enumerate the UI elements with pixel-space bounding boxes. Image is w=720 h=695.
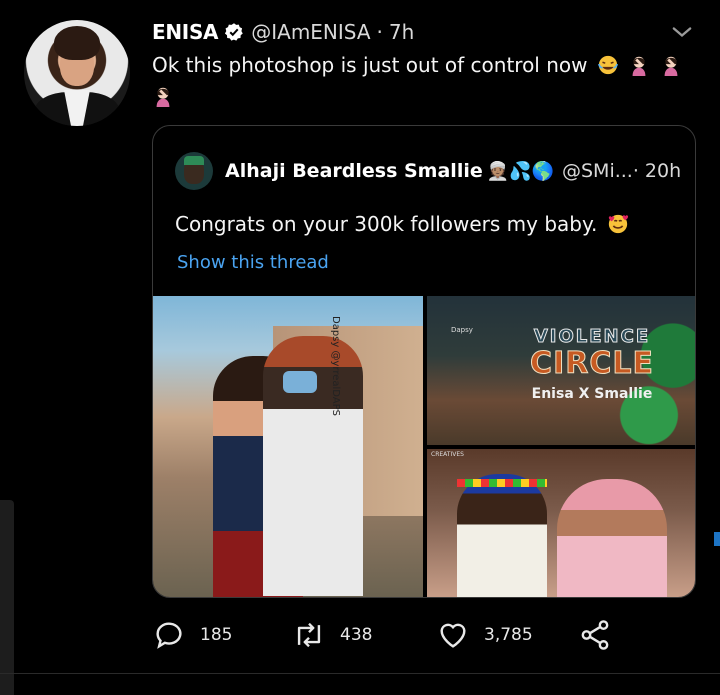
img1-watermark: Dapsy @yrrealDAPS [330, 316, 341, 417]
scrollbar-left[interactable] [0, 500, 14, 695]
quoted-text: Congrats on your 300k followers my baby. [175, 212, 598, 236]
share-icon [581, 620, 609, 650]
quoted-author-emojis: 👳🏽💦🌎 [486, 160, 554, 182]
media-image-couple[interactable]: Dapsy @yrrealDAPS [153, 296, 423, 597]
chevron-down-icon[interactable] [668, 18, 696, 46]
reply-icon [156, 622, 182, 649]
like-count: 3,785 [484, 625, 533, 645]
tweet-time[interactable]: 7h [389, 20, 414, 44]
quoted-author-name[interactable]: Alhaji Beardless Smallie [225, 160, 483, 182]
divider [0, 673, 720, 674]
edge-indicator [714, 532, 720, 546]
woman-facepalming-icon [664, 56, 677, 76]
img3-person-woman [557, 479, 667, 597]
quoted-header: Alhaji Beardless Smallie 👳🏽💦🌎 @SMi... · … [225, 156, 681, 186]
quoted-author-handle[interactable]: @SMi... [562, 160, 633, 182]
img1-face-mask [283, 371, 317, 393]
tweet-text: Ok this photoshop is just out of control… [152, 53, 588, 77]
smiling-face-with-hearts-icon [608, 214, 628, 234]
quoted-tweet[interactable]: Alhaji Beardless Smallie 👳🏽💦🌎 @SMi... · … [152, 125, 696, 598]
quoted-avatar-cap [184, 156, 204, 165]
retweet-count: 438 [340, 625, 373, 645]
face-with-tears-of-joy-icon [597, 55, 618, 75]
author-avatar[interactable] [24, 20, 130, 126]
img3-person-man [457, 474, 547, 597]
quoted-text-block: Congrats on your 300k followers my baby. [175, 212, 629, 236]
quoted-time[interactable]: · 20h [633, 160, 681, 182]
author-handle[interactable]: @IAmENISA [251, 20, 370, 44]
tweet-header: ENISA @IAmENISA · 7h [152, 16, 700, 48]
quoted-author-avatar[interactable] [175, 152, 213, 190]
reply-count: 185 [200, 625, 233, 645]
reply-button[interactable]: 185 [152, 618, 232, 652]
img2-title: VIOLENCE [533, 326, 651, 348]
retweet-icon [297, 622, 321, 648]
tweet-actions: 185 438 3,785 [152, 614, 632, 660]
media-image-poster[interactable]: Dapsy VIOLENCE CIRCLE Enisa X Smallie [427, 296, 695, 445]
img2-logo: Dapsy [451, 326, 473, 334]
avatar-hair [54, 26, 100, 60]
quoted-media-grid: Dapsy @yrrealDAPS Dapsy VIOLENCE CIRCLE … [153, 296, 695, 597]
heart-icon [440, 623, 466, 648]
woman-facepalming-icon [632, 56, 646, 76]
woman-facepalming-icon [156, 87, 170, 107]
retweet-button[interactable]: 438 [292, 618, 372, 652]
tweet-text-block: Ok this photoshop is just out of control… [152, 50, 697, 112]
img2-caption: Enisa X Smallie [531, 386, 653, 402]
author-name[interactable]: ENISA [152, 20, 219, 44]
verified-badge-icon [225, 23, 243, 41]
img3-cap-band [457, 479, 547, 487]
img3-top-text: CREATIVES [431, 451, 464, 458]
media-image-wedding[interactable]: CREATIVES [427, 449, 695, 597]
img2-subtitle: CIRCLE [530, 346, 654, 382]
like-button[interactable]: 3,785 [436, 618, 533, 652]
show-thread-link[interactable]: Show this thread [177, 252, 329, 273]
separator-dot: · [376, 20, 383, 44]
share-button[interactable] [578, 618, 612, 652]
